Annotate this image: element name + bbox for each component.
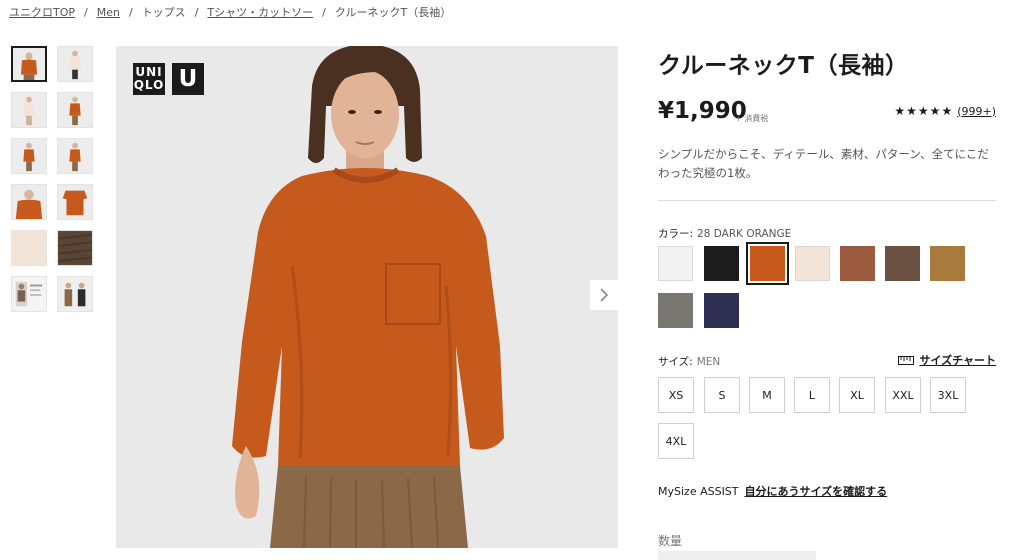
- star-rating-icon: ★★★★★: [894, 104, 954, 118]
- size-chart-label: サイズチャート: [919, 354, 996, 367]
- breadcrumb-current: クルーネックT（長袖）: [334, 6, 452, 19]
- tax-note: + 消費税: [735, 114, 769, 123]
- size-chart-link[interactable]: サイズチャート: [898, 352, 996, 368]
- thumbnail-11[interactable]: [11, 276, 47, 312]
- product-info-panel: クルーネックT（長袖） ¥1,990 + 消費税 ★★★★★ (999+) シン…: [658, 46, 996, 560]
- thumbnail-4[interactable]: [57, 92, 93, 128]
- color-swatch-black[interactable]: [704, 246, 739, 281]
- mysize-assist: MySize ASSIST 自分にあうサイズを確認する: [658, 483, 887, 499]
- breadcrumb-separator: /: [84, 5, 88, 19]
- breadcrumb: ユニクロTOP / Men / トップス / Tシャツ・カットソー / クルーネ…: [9, 4, 451, 20]
- product-price: ¥1,990: [658, 98, 747, 124]
- breadcrumb-tops: トップス: [141, 6, 186, 19]
- uniqlo-logo-text: UNI QLO: [133, 65, 165, 92]
- thumbnail-8[interactable]: [57, 184, 93, 220]
- product-description: シンプルだからこそ、ディテール、素材、パターン、全てにこだわった究極の1枚。: [658, 147, 989, 180]
- size-option-s[interactable]: S: [704, 377, 740, 413]
- thumbnail-1[interactable]: [11, 46, 47, 82]
- color-swatch-navy[interactable]: [704, 293, 739, 328]
- chevron-right-icon: [600, 288, 609, 302]
- size-category: MEN: [696, 356, 721, 368]
- size-option-xxl[interactable]: XXL: [885, 377, 921, 413]
- mysize-assist-label: MySize ASSIST: [658, 485, 739, 498]
- thumbnail-2[interactable]: [57, 46, 93, 82]
- uniqlo-logo: UNI QLO: [133, 63, 165, 95]
- selected-color-name: 28 DARK ORANGE: [697, 228, 792, 240]
- size-option-xs[interactable]: XS: [658, 377, 694, 413]
- size-option-3xl[interactable]: 3XL: [930, 377, 966, 413]
- size-option-xl[interactable]: XL: [839, 377, 875, 413]
- breadcrumb-separator: /: [322, 5, 326, 19]
- next-image-button[interactable]: [590, 280, 618, 310]
- quantity-label: 数量: [658, 534, 683, 548]
- size-option-l[interactable]: L: [794, 377, 830, 413]
- breadcrumb-tshirts[interactable]: Tシャツ・カットソー: [207, 4, 313, 20]
- main-product-image: UNI QLO U: [116, 46, 618, 548]
- color-swatch-natural[interactable]: [795, 246, 830, 281]
- ruler-icon: [898, 355, 915, 365]
- thumbnail-10[interactable]: [57, 230, 93, 266]
- size-option-4xl[interactable]: 4XL: [658, 423, 694, 459]
- breadcrumb-separator: /: [128, 5, 133, 19]
- divider: [658, 200, 996, 201]
- product-title: クルーネックT（長袖）: [658, 53, 909, 79]
- model-photo: [116, 46, 618, 548]
- thumbnail-6[interactable]: [57, 138, 93, 174]
- color-swatch-dark-brown[interactable]: [885, 246, 920, 281]
- size-option-m[interactable]: M: [749, 377, 785, 413]
- thumbnail-9[interactable]: [11, 230, 47, 266]
- color-label-text: カラー:: [658, 228, 694, 240]
- mysize-assist-link[interactable]: 自分にあうサイズを確認する: [745, 485, 888, 498]
- color-swatch-camel[interactable]: [930, 246, 965, 281]
- breadcrumb-men[interactable]: Men: [97, 6, 120, 19]
- color-swatch-brown[interactable]: [840, 246, 875, 281]
- color-swatch-dark-orange[interactable]: [746, 242, 789, 285]
- thumbnail-7[interactable]: [11, 184, 47, 220]
- review-count-link[interactable]: (999+): [957, 105, 996, 118]
- thumbnail-12[interactable]: [57, 276, 93, 312]
- thumbnail-5[interactable]: [11, 138, 47, 174]
- size-label: サイズ: MEN: [658, 354, 720, 369]
- breadcrumb-uniqlo-top[interactable]: ユニクロTOP: [9, 4, 75, 20]
- quantity-select[interactable]: [658, 551, 816, 560]
- uniqlo-u-logo: U: [172, 63, 204, 95]
- breadcrumb-separator: /: [194, 5, 199, 19]
- color-swatch-white[interactable]: [658, 246, 693, 281]
- color-label: カラー: 28 DARK ORANGE: [658, 226, 791, 241]
- rating: ★★★★★ (999+): [894, 104, 996, 118]
- price-row: ¥1,990 + 消費税 ★★★★★ (999+): [658, 98, 996, 126]
- color-swatch-gray[interactable]: [658, 293, 693, 328]
- thumbnail-3[interactable]: [11, 92, 47, 128]
- size-label-text: サイズ:: [658, 356, 693, 368]
